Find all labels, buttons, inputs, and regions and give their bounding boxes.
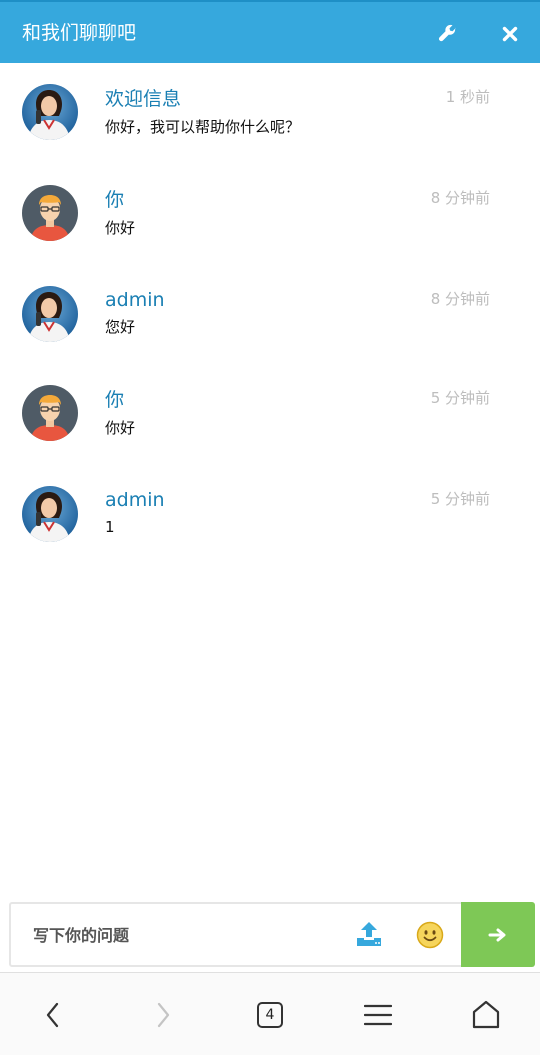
message-text: 您好 (105, 318, 136, 336)
message-time: 8 分钟前 (430, 189, 490, 207)
settings-button[interactable] (432, 18, 464, 50)
agent-avatar (22, 286, 78, 342)
message-time: 5 分钟前 (430, 490, 490, 508)
message-text: 你好 (105, 419, 136, 437)
tabs-icon: 4 (257, 1002, 283, 1028)
message-time: 8 分钟前 (430, 290, 490, 308)
tabs-button[interactable]: 4 (250, 995, 290, 1035)
agent-avatar (22, 486, 78, 542)
message-time: 5 分钟前 (430, 389, 490, 407)
message-item: 欢迎信息 1 秒前 你好，我可以帮助你什么呢？ (0, 84, 540, 184)
message-item: 你 8 分钟前 你好 (0, 185, 540, 285)
user-avatar (22, 185, 78, 241)
send-button[interactable] (461, 902, 535, 967)
sender-name: 欢迎信息 (105, 88, 182, 110)
menu-button[interactable] (358, 995, 398, 1035)
home-icon (472, 1000, 500, 1029)
message-item: 你 5 分钟前 你好 (0, 385, 540, 485)
arrow-right-icon (488, 928, 506, 941)
forward-icon (157, 1002, 170, 1028)
upload-icon (357, 922, 381, 946)
user-avatar (22, 385, 78, 441)
smiley-icon (416, 921, 444, 949)
sender-name: 你 (105, 189, 125, 211)
message-text: 你好，我可以帮助你什么呢？ (105, 118, 301, 136)
menu-icon (364, 1004, 392, 1026)
message-item: admin 5 分钟前 1 (0, 486, 540, 586)
back-button[interactable] (33, 995, 73, 1035)
wrench-icon (438, 24, 456, 42)
chat-title: 和我们聊聊吧 (22, 22, 137, 44)
message-composer (9, 902, 535, 967)
message-text: 1 (105, 518, 115, 536)
sender-name: admin (105, 489, 165, 511)
upload-button[interactable] (355, 920, 383, 948)
agent-avatar (22, 84, 78, 140)
message-item: admin 8 分钟前 您好 (0, 286, 540, 386)
message-input[interactable] (33, 922, 333, 948)
message-text: 你好 (105, 219, 136, 237)
sender-name: admin (105, 289, 165, 311)
close-button[interactable] (494, 18, 526, 50)
emoji-button[interactable] (416, 921, 444, 949)
home-button[interactable] (466, 995, 506, 1035)
sender-name: 你 (105, 389, 125, 411)
forward-button[interactable] (143, 995, 183, 1035)
browser-toolbar: 4 (0, 972, 540, 1055)
back-icon (46, 1002, 59, 1028)
message-time: 1 秒前 (445, 88, 490, 106)
close-icon (502, 26, 518, 42)
chat-header: 和我们聊聊吧 (0, 0, 540, 63)
message-list: 欢迎信息 1 秒前 你好，我可以帮助你什么呢？ 你 8 分钟前 你好 admin… (0, 63, 540, 901)
